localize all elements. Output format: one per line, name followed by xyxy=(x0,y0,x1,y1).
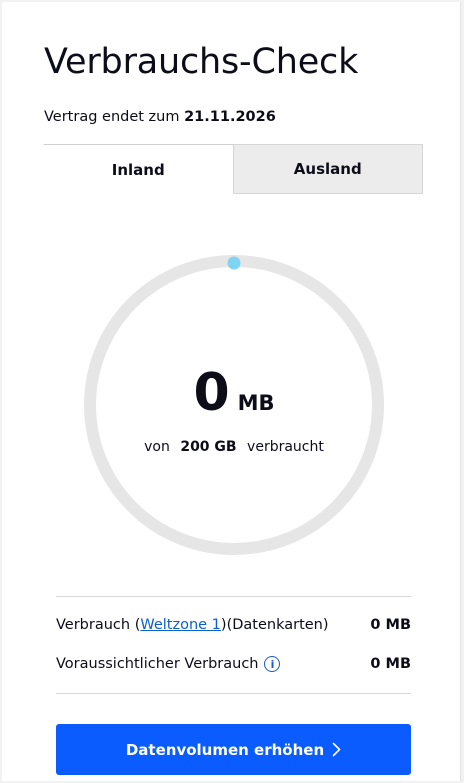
divider-bottom xyxy=(56,693,411,694)
usage-row-weltzone-label: Verbrauch (Weltzone 1)(Datenkarten) xyxy=(56,617,329,633)
usage-row-forecast-label: Voraussichtlicher Verbrauch xyxy=(56,656,259,672)
divider-top xyxy=(56,596,411,597)
weltzone-link[interactable]: Weltzone 1 xyxy=(140,617,221,633)
chevron-right-icon xyxy=(332,742,341,757)
usage-row-forecast-value: 0 MB xyxy=(370,656,411,672)
contract-end-info: Vertrag endet zum 21.11.2026 xyxy=(44,109,276,125)
usage-gauge: 0 MB von 200 GB verbraucht xyxy=(84,255,384,555)
contract-end-date: 21.11.2026 xyxy=(184,109,276,125)
usage-row-forecast-label-wrap: Voraussichtlicher Verbrauch i xyxy=(56,656,281,672)
tab-ausland[interactable]: Ausland xyxy=(232,144,423,194)
page-title: Verbrauchs-Check xyxy=(44,42,359,82)
usage-total: 200 GB xyxy=(180,439,237,455)
tab-inland[interactable]: Inland xyxy=(43,144,233,194)
usage-amount: 0 MB xyxy=(84,363,384,423)
contract-end-label: Vertrag endet zum xyxy=(44,109,180,125)
region-tabs: Inland Ausland xyxy=(43,144,423,194)
usage-total-line: von 200 GB verbraucht xyxy=(84,439,384,455)
gauge-indicator xyxy=(227,256,241,270)
usage-row-weltzone-value: 0 MB xyxy=(370,617,411,633)
usage-unit: MB xyxy=(237,391,275,415)
usage-of-prefix: von xyxy=(144,439,170,455)
usage-row-forecast: Voraussichtlicher Verbrauch i 0 MB xyxy=(56,653,411,675)
weltzone-label-prefix: Verbrauch ( xyxy=(56,617,141,633)
weltzone-label-suffix: )(Datenkarten) xyxy=(220,617,329,633)
usage-card: Verbrauchs-Check Vertrag endet zum 21.11… xyxy=(2,2,461,781)
usage-row-weltzone: Verbrauch (Weltzone 1)(Datenkarten) 0 MB xyxy=(56,614,411,636)
info-icon[interactable]: i xyxy=(264,656,281,672)
usage-value: 0 xyxy=(193,363,230,423)
usage-of-suffix: verbraucht xyxy=(247,439,324,455)
increase-data-volume-label: Datenvolumen erhöhen xyxy=(125,740,325,759)
increase-data-volume-button[interactable]: Datenvolumen erhöhen xyxy=(56,724,411,775)
